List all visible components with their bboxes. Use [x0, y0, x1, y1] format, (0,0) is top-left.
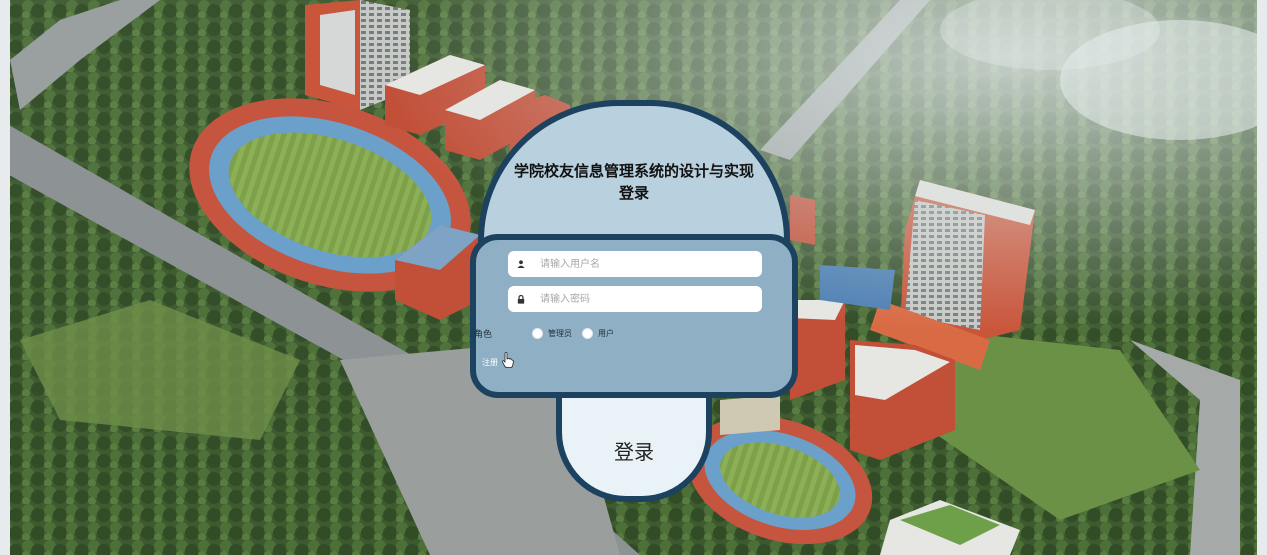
system-title: 学院校友信息管理系统的设计与实现 — [513, 162, 754, 180]
login-subtitle: 登录 — [618, 184, 649, 202]
register-link[interactable]: 注册 — [482, 357, 498, 368]
username-input[interactable] — [538, 257, 762, 271]
right-edge-strip — [1257, 0, 1267, 555]
role-option-user-label[interactable]: 用户 — [598, 328, 614, 339]
hand-cursor-icon — [502, 352, 514, 372]
role-selector: 角色 管理员 用户 — [474, 325, 624, 341]
username-field[interactable] — [508, 251, 762, 277]
role-radio-admin[interactable] — [532, 327, 543, 339]
password-input[interactable] — [538, 292, 762, 306]
role-option-admin-label[interactable]: 管理员 — [548, 328, 572, 339]
role-radio-user[interactable] — [582, 327, 593, 339]
password-field[interactable] — [508, 286, 762, 312]
lock-icon — [514, 292, 528, 306]
left-edge-strip — [0, 0, 10, 555]
login-title: 学院校友信息管理系统的设计与实现 登录 — [490, 160, 778, 204]
login-button-label[interactable]: 登录 — [556, 436, 712, 465]
role-label: 角色 — [474, 329, 493, 340]
user-icon — [514, 257, 528, 271]
